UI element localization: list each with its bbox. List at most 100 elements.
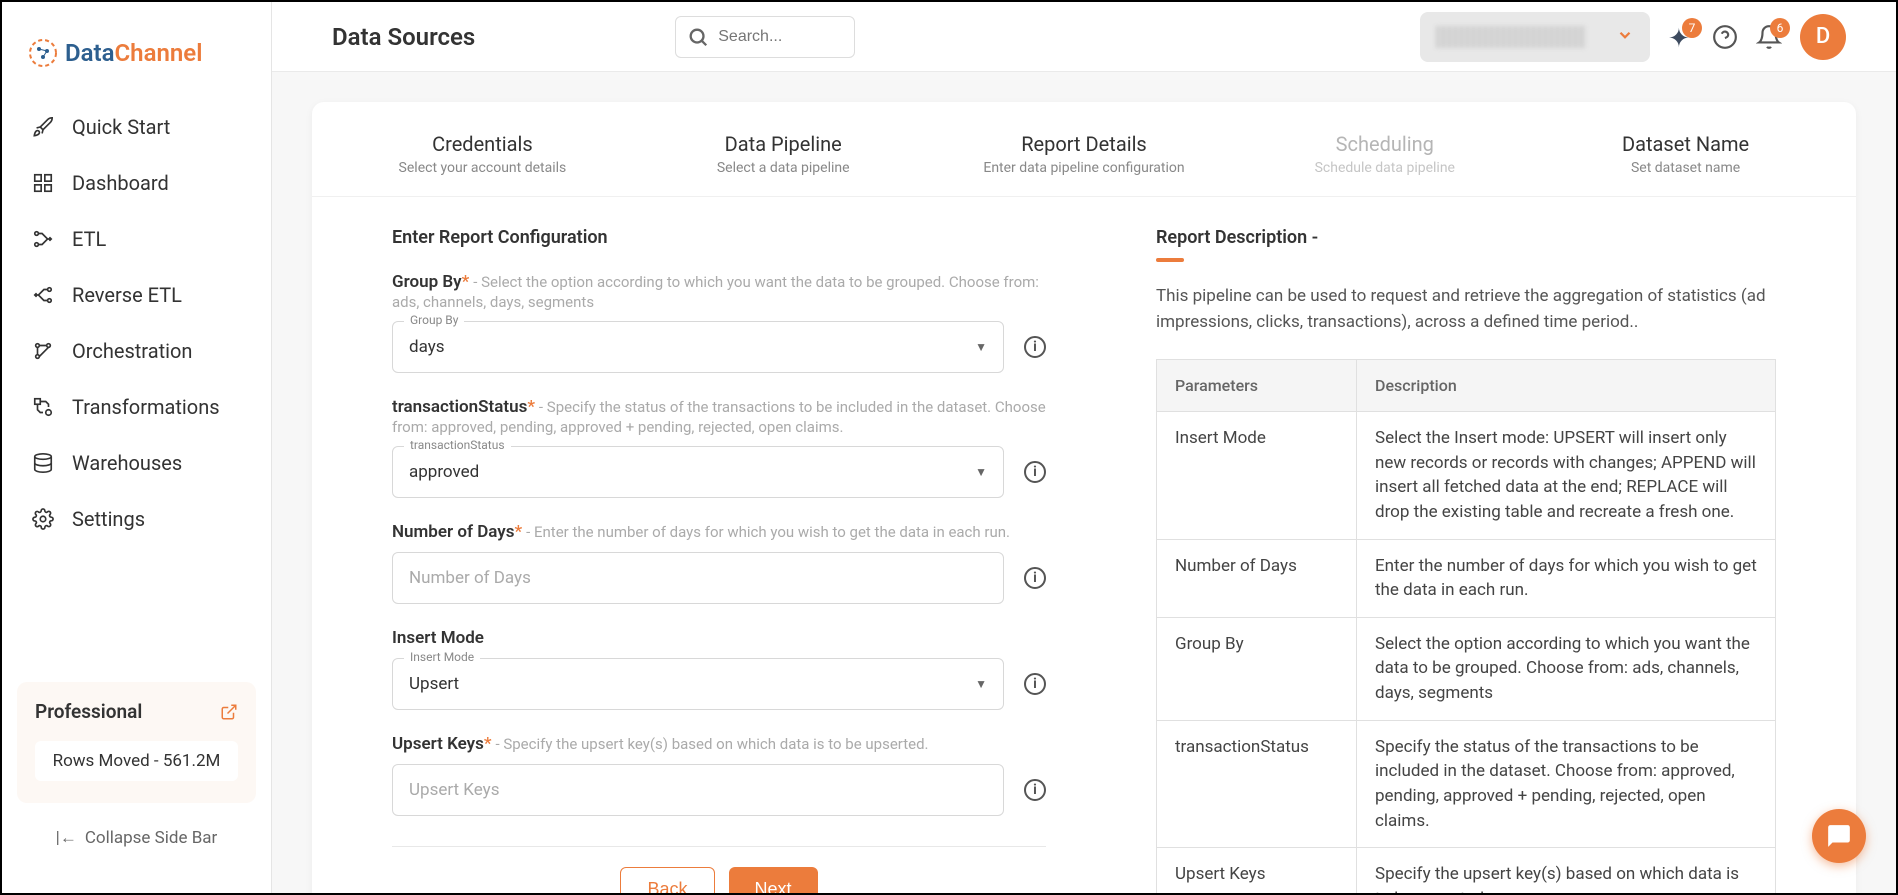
chevron-down-icon xyxy=(1616,26,1634,48)
upsert-keys-input[interactable]: Upsert Keys xyxy=(392,764,1004,816)
group-by-select[interactable]: days▼ xyxy=(392,321,1004,373)
logo-icon xyxy=(27,37,59,69)
field-number-of-days: Number of Days* - Enter the number of da… xyxy=(392,522,1046,604)
info-icon[interactable]: i xyxy=(1024,673,1046,695)
chevron-down-icon: ▼ xyxy=(975,677,987,691)
field-label: transactionStatus* xyxy=(392,397,535,417)
nav-label: Orchestration xyxy=(72,339,192,363)
step-dataset-name[interactable]: Dataset NameSet dataset name xyxy=(1535,132,1836,176)
table-row: Upsert KeysSpecify the upsert key(s) bas… xyxy=(1157,848,1776,893)
field-label: Upsert Keys* xyxy=(392,734,492,754)
description-title: Report Description - xyxy=(1156,227,1776,248)
orchestration-icon xyxy=(32,340,54,362)
info-icon[interactable]: i xyxy=(1024,461,1046,483)
plan-name: Professional xyxy=(35,700,142,723)
step-report-details[interactable]: Report DetailsEnter data pipeline config… xyxy=(934,132,1235,176)
account-dropdown[interactable] xyxy=(1420,12,1650,62)
table-header: Description xyxy=(1357,360,1776,412)
next-button[interactable]: Next xyxy=(729,867,818,893)
nav-items: Quick Start Dashboard ETL Reverse ETL Or… xyxy=(2,99,271,667)
plan-box: Professional Rows Moved - 561.2M xyxy=(17,682,256,803)
chat-icon xyxy=(1826,823,1852,849)
sidebar-item-transformations[interactable]: Transformations xyxy=(17,379,256,435)
field-hint: - Specify the upsert key(s) based on whi… xyxy=(495,735,928,753)
collapse-sidebar-button[interactable]: |← Collapse Side Bar xyxy=(17,818,256,858)
table-row: Number of DaysEnter the number of days f… xyxy=(1157,539,1776,617)
float-label: Group By xyxy=(404,313,464,327)
collapse-icon: |← xyxy=(56,828,77,848)
table-row: transactionStatusSpecify the status of t… xyxy=(1157,720,1776,848)
transaction-status-select[interactable]: approved▼ xyxy=(392,446,1004,498)
transformations-icon xyxy=(32,396,54,418)
table-header: Parameters xyxy=(1157,360,1357,412)
field-hint: - Select the option according to which y… xyxy=(392,273,1039,311)
parameters-table: Parameters Description Insert ModeSelect… xyxy=(1156,359,1776,893)
chevron-down-icon: ▼ xyxy=(975,340,987,354)
account-name-blurred xyxy=(1436,26,1586,48)
field-label: Number of Days* xyxy=(392,522,522,542)
page-title: Data Sources xyxy=(332,23,475,51)
nav-label: Warehouses xyxy=(72,451,182,475)
info-icon[interactable]: i xyxy=(1024,779,1046,801)
ai-sparkle-icon[interactable]: ✦7 xyxy=(1668,24,1694,50)
nav-label: Dashboard xyxy=(72,171,169,195)
chevron-down-icon: ▼ xyxy=(975,465,987,479)
float-label: transactionStatus xyxy=(404,438,511,452)
search-wrap xyxy=(675,16,855,58)
logo-text: DataChannel xyxy=(65,39,202,67)
stepper: CredentialsSelect your account details D… xyxy=(312,102,1856,197)
field-group-by: Group By* - Select the option according … xyxy=(392,272,1046,373)
sidebar-item-etl[interactable]: ETL xyxy=(17,211,256,267)
info-icon[interactable]: i xyxy=(1024,567,1046,589)
sidebar-item-reverse-etl[interactable]: Reverse ETL xyxy=(17,267,256,323)
bell-badge: 6 xyxy=(1770,18,1790,38)
main: CredentialsSelect your account details D… xyxy=(272,72,1896,893)
nav-label: Reverse ETL xyxy=(72,283,182,307)
sidebar-item-dashboard[interactable]: Dashboard xyxy=(17,155,256,211)
content-card: CredentialsSelect your account details D… xyxy=(312,102,1856,893)
description-text: This pipeline can be used to request and… xyxy=(1156,284,1776,335)
avatar[interactable]: D xyxy=(1800,14,1846,60)
back-button[interactable]: Back xyxy=(620,867,714,893)
help-icon[interactable] xyxy=(1712,24,1738,50)
underline xyxy=(1156,258,1184,262)
section-title: Enter Report Configuration xyxy=(392,227,1046,248)
gear-icon xyxy=(32,508,54,530)
rocket-icon xyxy=(32,116,54,138)
ai-badge: 7 xyxy=(1682,18,1702,38)
sidebar-item-orchestration[interactable]: Orchestration xyxy=(17,323,256,379)
sidebar-item-quick-start[interactable]: Quick Start xyxy=(17,99,256,155)
step-credentials[interactable]: CredentialsSelect your account details xyxy=(332,132,633,176)
nav-label: ETL xyxy=(72,227,106,251)
logo[interactable]: DataChannel xyxy=(2,22,271,99)
info-icon[interactable]: i xyxy=(1024,336,1046,358)
sidebar: DataChannel Quick Start Dashboard ETL Re… xyxy=(2,2,272,893)
chat-fab[interactable] xyxy=(1812,809,1866,863)
search-icon xyxy=(687,26,709,48)
table-row: Insert ModeSelect the Insert mode: UPSER… xyxy=(1157,412,1776,540)
insert-mode-select[interactable]: Upsert▼ xyxy=(392,658,1004,710)
field-hint: - Enter the number of days for which you… xyxy=(526,523,1010,541)
bell-icon[interactable]: 6 xyxy=(1756,24,1782,50)
nav-label: Transformations xyxy=(72,395,220,419)
grid-icon xyxy=(32,172,54,194)
form-left: Enter Report Configuration Group By* - S… xyxy=(392,227,1046,893)
reverse-etl-icon xyxy=(32,284,54,306)
step-scheduling[interactable]: SchedulingSchedule data pipeline xyxy=(1234,132,1535,176)
etl-icon xyxy=(32,228,54,250)
table-row: Group BySelect the option according to w… xyxy=(1157,617,1776,720)
description-panel: Report Description - This pipeline can b… xyxy=(1156,227,1776,893)
step-data-pipeline[interactable]: Data PipelineSelect a data pipeline xyxy=(633,132,934,176)
sidebar-item-warehouses[interactable]: Warehouses xyxy=(17,435,256,491)
number-of-days-input[interactable]: Number of Days xyxy=(392,552,1004,604)
field-label: Group By* xyxy=(392,272,469,292)
sidebar-item-settings[interactable]: Settings xyxy=(17,491,256,547)
database-icon xyxy=(32,452,54,474)
field-upsert-keys: Upsert Keys* - Specify the upsert key(s)… xyxy=(392,734,1046,816)
external-link-icon[interactable] xyxy=(220,703,238,721)
field-label: Insert Mode xyxy=(392,628,484,648)
nav-label: Settings xyxy=(72,507,145,531)
float-label: Insert Mode xyxy=(404,650,480,664)
sidebar-footer: Professional Rows Moved - 561.2M |← Coll… xyxy=(2,667,271,873)
divider xyxy=(392,846,1046,847)
